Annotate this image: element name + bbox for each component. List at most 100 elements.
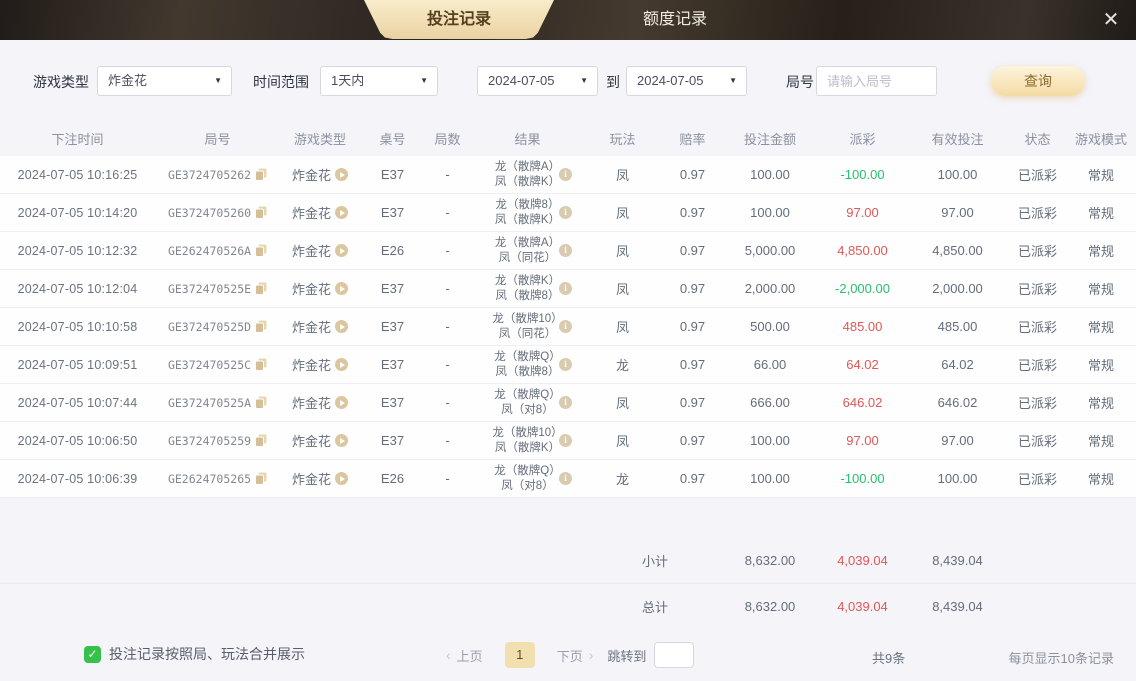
chevron-down-icon: ▼ [729,76,737,85]
game-name: 炸金花 [291,206,331,221]
chevron-left-icon: ‹ [446,647,451,663]
round-id-cell: GE262470526A [155,244,280,258]
copy-icon[interactable] [255,168,267,181]
round-id-cell: GE3724705259 [155,434,280,448]
copy-icon[interactable] [255,320,267,333]
info-icon[interactable]: i [559,168,572,181]
copy-icon[interactable] [255,206,267,219]
bet-time: 2024-07-05 10:12:04 [17,281,138,296]
bet-time: 2024-07-05 10:06:39 [17,471,138,486]
subtotal-label: 小计 [641,554,668,569]
copy-icon[interactable] [255,244,267,257]
play-icon[interactable] [335,434,348,447]
game-type-select[interactable]: 炸金花 ▼ [97,66,232,96]
info-icon[interactable]: i [559,320,572,333]
result-cell: 龙（散牌8） 凤（散牌K） i [470,194,585,231]
play-type: 龙 [615,472,629,487]
date-from-select[interactable]: 2024-07-05 ▼ [477,66,598,96]
round-id: GE372470525C [167,357,252,372]
table-row: 2024-07-05 10:06:50 GE3724705259 炸金花 E37… [0,422,1136,460]
valid-bet: 97.00 [941,433,974,448]
round-count: - [445,319,450,334]
info-icon[interactable]: i [559,358,572,371]
round-id-input[interactable] [816,66,937,96]
play-icon[interactable] [335,282,348,295]
time-range-label: 时间范围 [253,74,309,90]
bet-time: 2024-07-05 10:14:20 [17,205,138,220]
info-icon[interactable]: i [559,244,572,257]
game-type-cell: 炸金花 [280,279,360,298]
close-icon[interactable]: ✕ [1096,5,1126,35]
game-type-value: 炸金花 [108,73,148,88]
tab-quota-records[interactable]: 额度记录 [590,0,760,39]
bet-amount: 2,000.00 [744,281,796,296]
column-header: 游戏模式 [1074,131,1127,147]
copy-icon[interactable] [255,358,267,371]
dialog-panel: 游戏类型 炸金花 ▼ 时间范围 1天内 ▼ 2024-07-05 ▼ 到 202… [0,40,1136,681]
play-icon[interactable] [335,472,348,485]
round-id-cell: GE3724705262 [155,168,280,182]
round-id: GE3724705259 [167,433,252,448]
table-row: 2024-07-05 10:10:58 GE372470525D 炸金花 E37… [0,308,1136,346]
game-type-cell: 炸金花 [280,165,360,184]
time-range-select[interactable]: 1天内 ▼ [320,66,438,96]
play-icon[interactable] [335,358,348,371]
search-button[interactable]: 查询 [991,66,1085,96]
table-row: 2024-07-05 10:07:44 GE372470525A 炸金花 E37… [0,384,1136,422]
round-count: - [445,395,450,410]
table-number: E37 [380,281,405,296]
jump-to-input[interactable] [654,642,695,668]
records-table: 下注时间 局号 游戏类型 桌号 局数 结果 玩法 赔率 投注金额 派彩 有效投注 状态 游戏模式 202… [0,120,1136,628]
round-id: GE372470525D [167,319,252,334]
result-cell: 龙（散牌10） 凤（同花） i [470,308,585,345]
round-count: - [445,167,450,182]
payout: 97.00 [846,205,879,220]
odds: 0.97 [679,167,706,182]
copy-icon[interactable] [255,472,267,485]
game-name: 炸金花 [291,472,331,487]
round-id: GE372470525E [167,281,252,296]
play-icon[interactable] [335,244,348,257]
date-to-select[interactable]: 2024-07-05 ▼ [626,66,747,96]
game-mode: 常规 [1087,206,1114,221]
game-type-cell: 炸金花 [280,203,360,222]
copy-icon[interactable] [255,396,267,409]
odds: 0.97 [679,243,706,258]
tab-betting-records[interactable]: 投注记录 [364,0,554,39]
current-page-indicator[interactable]: 1 [504,642,535,668]
play-icon[interactable] [335,206,348,219]
play-type: 凤 [615,244,629,259]
total-label: 总计 [641,599,668,615]
copy-icon[interactable] [255,282,267,295]
round-id-cell: GE3724705260 [155,206,280,220]
info-icon[interactable]: i [559,472,572,485]
merge-checkbox[interactable]: ✓ [84,645,101,663]
bet-time: 2024-07-05 10:07:44 [17,395,138,410]
copy-icon[interactable] [255,434,267,447]
column-header: 派彩 [849,131,876,147]
status: 已派彩 [1017,320,1057,335]
game-type-cell: 炸金花 [280,317,360,336]
game-name: 炸金花 [291,358,331,373]
table-number: E37 [380,319,405,334]
date-to-value: 2024-07-05 [637,73,704,88]
table-number: E37 [380,357,405,372]
play-type: 凤 [615,282,629,297]
play-icon[interactable] [335,396,348,409]
merge-toggle[interactable]: ✓ 投注记录按照局、玩法合并展示 [84,644,305,664]
info-icon[interactable]: i [559,396,572,409]
info-icon[interactable]: i [559,206,572,219]
footer-bar: ✓ 投注记录按照局、玩法合并展示 ‹ 上页 1 下页 › 跳转到 共9条 每页显… [0,629,1136,681]
game-mode: 常规 [1087,168,1114,183]
play-icon[interactable] [335,320,348,333]
table-body: 2024-07-05 10:16:25 GE3724705262 炸金花 E37… [0,156,1136,498]
payout: 64.02 [846,357,879,372]
prev-page-button[interactable]: 上页 [457,646,483,665]
play-type: 凤 [615,206,629,221]
info-icon[interactable]: i [559,434,572,447]
play-icon[interactable] [335,168,348,181]
odds: 0.97 [679,205,706,220]
bet-amount: 100.00 [750,471,790,486]
next-page-button[interactable]: 下页 [557,646,583,665]
info-icon[interactable]: i [559,282,572,295]
